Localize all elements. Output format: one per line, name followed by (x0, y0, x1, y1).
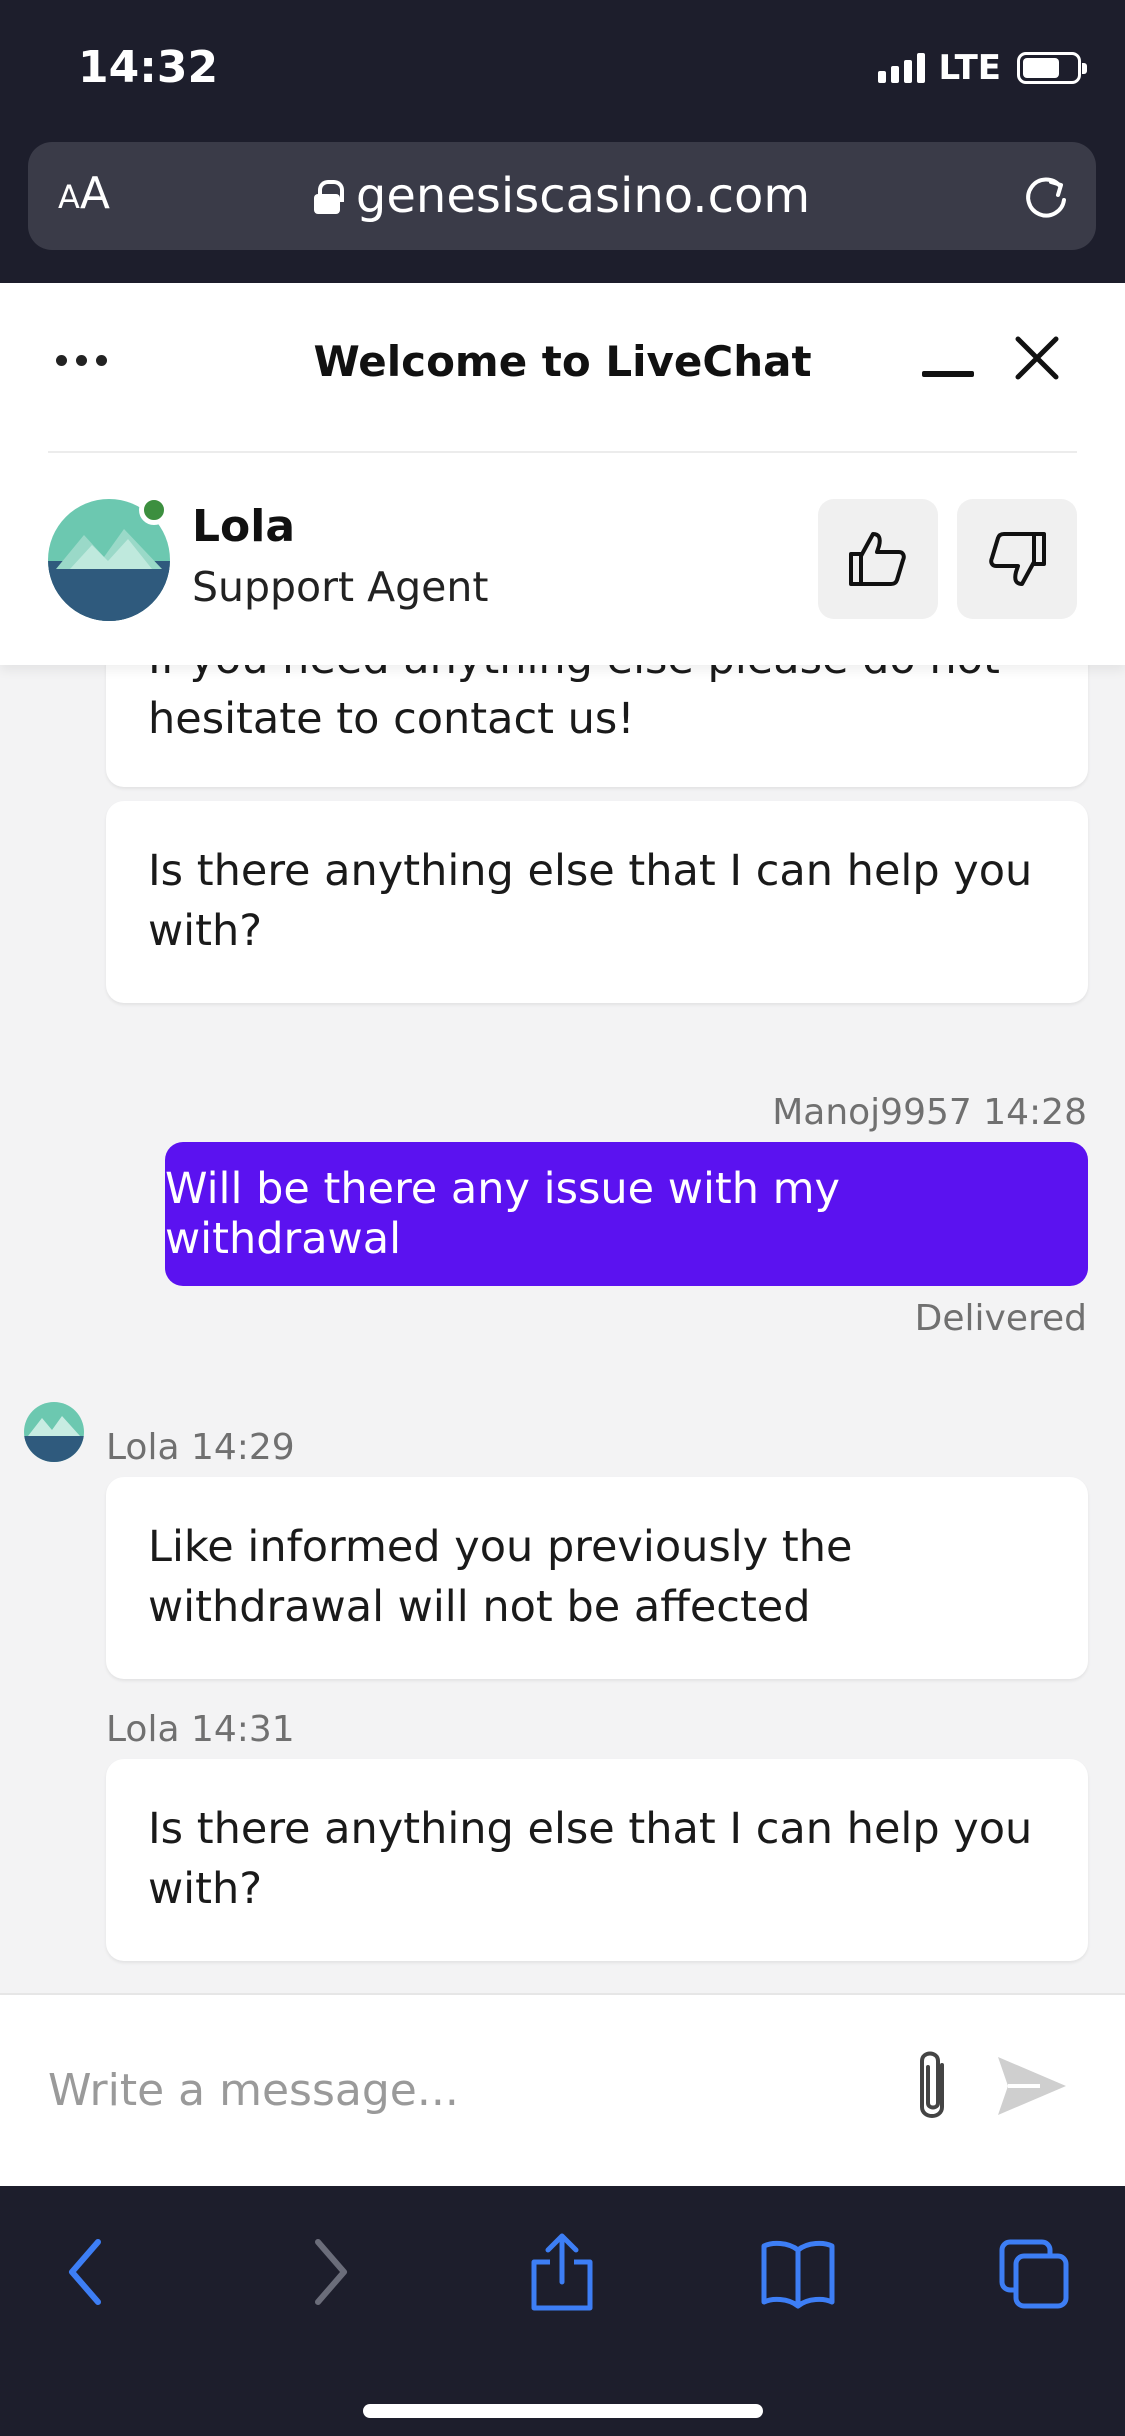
message-list[interactable]: If you need anything else please do not … (0, 665, 1125, 1993)
delivery-status: Delivered (914, 1298, 1087, 1339)
message-text: Is there anything else that I can help y… (148, 1804, 1033, 1914)
agent-mini-avatar (24, 1402, 84, 1462)
message-text: Is there anything else that I can help y… (148, 846, 1033, 956)
minimize-icon[interactable] (922, 371, 974, 377)
browser-top-chrome: 14:32 LTE AA genesiscasino.com (0, 0, 1125, 283)
message-sender-time: Lola 14:29 (106, 1427, 295, 1468)
thumbs-up-icon (849, 532, 906, 586)
user-message: Will be there any issue with my withdraw… (165, 1142, 1088, 1286)
forward-icon[interactable] (304, 2232, 354, 2312)
url-text: genesiscasino.com (355, 168, 811, 224)
message-sender-time: Lola 14:31 (106, 1709, 295, 1750)
agent-message: Like informed you previously the withdra… (106, 1477, 1088, 1679)
status-indicators: LTE (877, 48, 1087, 88)
message-composer (0, 1993, 1125, 2186)
status-time: 14:32 (78, 42, 219, 93)
attachment-icon[interactable] (904, 2045, 960, 2129)
message-text: hesitate to contact us! (148, 694, 635, 744)
message-sender-time: Manoj9957 14:28 (772, 1092, 1087, 1133)
lock-icon (313, 180, 344, 214)
message-text: Like informed you previously the withdra… (148, 1522, 853, 1632)
agent-message: Is there anything else that I can help y… (106, 801, 1088, 1003)
chat-header: Welcome to LiveChat Lola Support Agent (0, 283, 1125, 665)
agent-role: Support Agent (192, 563, 489, 611)
browser-toolbar (0, 2186, 1125, 2436)
message-text: If you need anything else please do not (148, 665, 1046, 689)
thumbs-down-icon (989, 532, 1046, 586)
send-icon[interactable] (994, 2053, 1070, 2119)
message-text: Will be there any issue with my withdraw… (165, 1164, 841, 1264)
signal-icon (877, 53, 925, 83)
address-bar[interactable]: AA genesiscasino.com (28, 142, 1096, 250)
back-icon[interactable] (62, 2232, 112, 2312)
reload-icon[interactable] (1020, 170, 1072, 222)
header-divider (48, 451, 1077, 453)
rate-bad-button[interactable] (957, 499, 1077, 619)
share-icon[interactable] (524, 2232, 600, 2312)
agent-message: If you need anything else please do not … (106, 665, 1088, 787)
rate-good-button[interactable] (818, 499, 938, 619)
close-icon[interactable] (1014, 335, 1060, 381)
message-input[interactable] (48, 2055, 848, 2125)
tabs-icon[interactable] (996, 2232, 1072, 2312)
agent-message: Is there anything else that I can help y… (106, 1759, 1088, 1961)
home-indicator (363, 2404, 763, 2418)
battery-icon (1017, 52, 1087, 84)
network-label: LTE (938, 48, 1001, 88)
online-status-dot (139, 495, 169, 525)
agent-name: Lola (192, 501, 296, 552)
url-field[interactable]: genesiscasino.com (28, 168, 1096, 224)
chat-title: Welcome to LiveChat (313, 337, 812, 386)
bookmarks-icon[interactable] (758, 2232, 838, 2312)
